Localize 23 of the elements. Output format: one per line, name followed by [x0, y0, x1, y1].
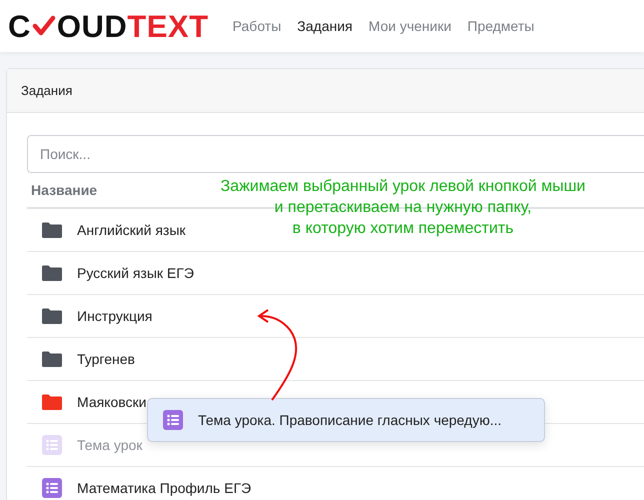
column-header: Название	[31, 182, 98, 198]
row-title[interactable]: Тургенев	[77, 351, 135, 367]
logo-text: C	[8, 10, 31, 42]
row-title[interactable]: Русский язык ЕГЭ	[77, 265, 194, 281]
nav-link[interactable]: Задания	[297, 18, 352, 34]
checkmark-icon	[32, 15, 56, 37]
card-title: Задания	[21, 83, 72, 98]
list-icon	[163, 410, 183, 430]
logo-text: OUD	[56, 10, 128, 42]
annotation-text: и перетаскиваем на нужную папку,	[274, 198, 532, 218]
row-title[interactable]: Инструкция	[77, 308, 152, 324]
annotation-text: в которую хотим переместить	[292, 219, 514, 239]
row-title[interactable]: Математика Профиль ЕГЭ	[77, 480, 252, 496]
nav-link[interactable]: Мои ученики	[368, 18, 452, 34]
row-title[interactable]: Английский язык	[77, 222, 186, 238]
annotation-text: Зажимаем выбранный урок левой кнопкой мыши	[220, 177, 586, 197]
list-icon	[42, 435, 62, 455]
nav-link[interactable]: Предметы	[467, 18, 534, 34]
nav-link[interactable]: Работы	[232, 18, 282, 34]
logo-text: TEXT	[127, 10, 209, 42]
row-title[interactable]: Маяковски	[77, 394, 146, 410]
drag-title: Тема урока. Правописание гласных чередую...	[198, 412, 502, 428]
search-field[interactable]: Поиск...	[27, 135, 644, 173]
